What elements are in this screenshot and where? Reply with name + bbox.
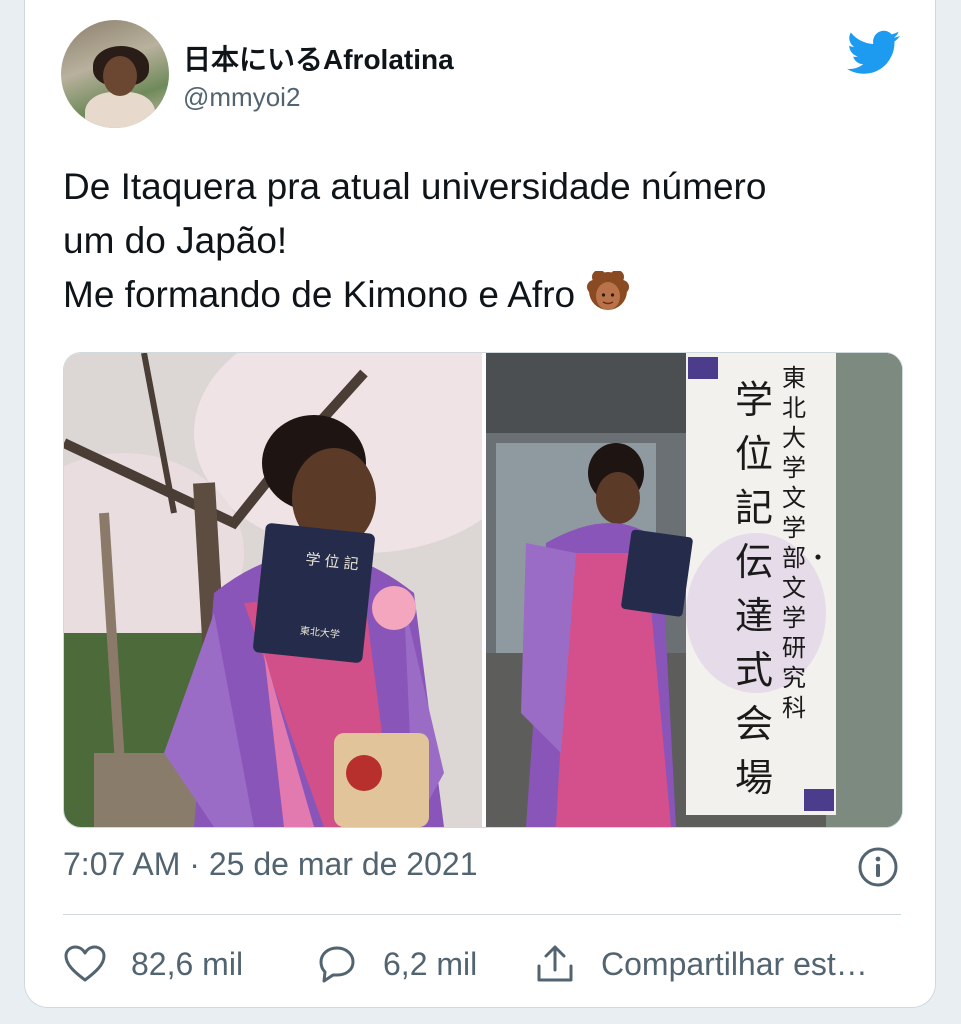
tweet-date: 25 de mar de 2021 xyxy=(208,846,478,882)
sign-main-text: 学位記伝達式会場 xyxy=(734,378,773,800)
like-count: 82,6 mil xyxy=(131,945,244,982)
tweet-text: De Itaquera pra atual universidade númer… xyxy=(63,160,923,322)
tweet-time: 7:07 AM xyxy=(63,846,181,882)
heart-icon xyxy=(64,945,106,982)
sign-side-text: 東北大学 文学部・文学研究科 xyxy=(782,364,830,722)
twitter-bird-icon[interactable] xyxy=(847,30,901,76)
reply-button[interactable]: 6,2 mil xyxy=(315,942,477,986)
display-name[interactable]: 日本にいるAfrolatina xyxy=(183,38,454,78)
tweet-line: Me formando de Kimono e Afro xyxy=(63,274,576,315)
tweet-line: De Itaquera pra atual universidade númer… xyxy=(63,166,767,207)
photo-graduate-blossoms[interactable]: 学 位 記 東北大学 xyxy=(64,353,482,827)
tweet-timestamp[interactable]: 7:07 AM · 25 de mar de 2021 xyxy=(63,846,477,883)
share-icon xyxy=(537,945,573,982)
tweet-line: um do Japão! xyxy=(63,220,288,261)
woman-curly-hair-emoji-icon xyxy=(587,271,630,310)
reply-count: 6,2 mil xyxy=(383,945,478,982)
media-grid[interactable]: 学 位 記 東北大学 学位記伝達式会場 東北大学 文学部・文学研究科 xyxy=(63,352,903,828)
reply-icon xyxy=(319,946,355,983)
like-button[interactable]: 82,6 mil xyxy=(63,942,243,986)
share-label: Compartilhar est… xyxy=(601,945,868,982)
avatar[interactable] xyxy=(61,20,169,128)
tweet-line-with-emoji: Me formando de Kimono e Afro xyxy=(63,268,923,322)
user-handle[interactable]: @mmyoi2 xyxy=(183,82,300,113)
tweet-card: 日本にいるAfrolatina @mmyoi2 De Itaquera pra … xyxy=(24,0,936,1008)
photo-graduate-sign[interactable]: 学位記伝達式会場 東北大学 文学部・文学研究科 xyxy=(486,353,902,827)
share-button[interactable]: Compartilhar est… xyxy=(533,942,868,986)
divider xyxy=(63,914,901,915)
info-icon[interactable] xyxy=(857,846,899,888)
meta-separator: · xyxy=(189,846,200,882)
